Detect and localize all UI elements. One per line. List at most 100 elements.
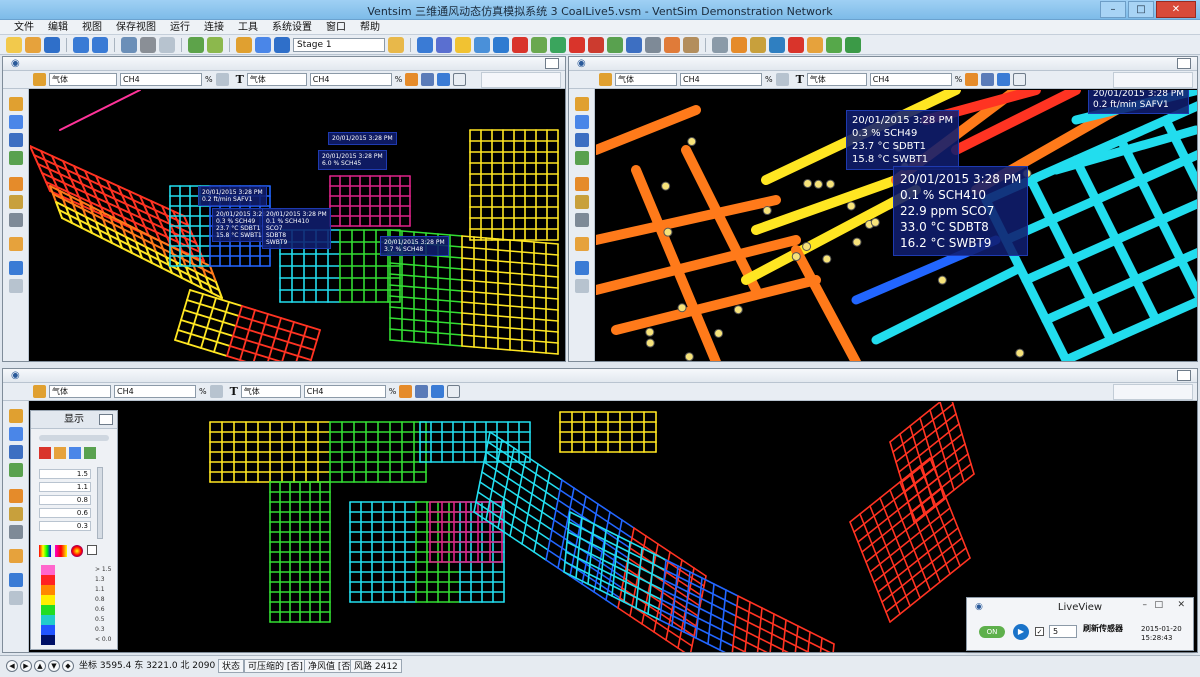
value-row[interactable]: 0.6 [39, 508, 91, 518]
wrench-icon[interactable] [474, 36, 490, 53]
fan-marker[interactable] [677, 303, 687, 313]
report-icon[interactable] [683, 36, 699, 53]
sensor-label[interactable]: 20/01/2015 3:28 PM 0.1 % SCH410 SCO7 SDB… [262, 208, 331, 249]
image-icon[interactable] [9, 151, 23, 165]
restore-button[interactable] [545, 58, 559, 69]
legend-swatch[interactable] [41, 565, 55, 575]
redo-icon[interactable] [92, 36, 108, 53]
toggle-icon[interactable] [9, 549, 23, 563]
menu-connect[interactable]: 连接 [204, 20, 224, 34]
snap-icon[interactable] [981, 73, 995, 86]
text-sub-select[interactable]: CH4 [309, 73, 392, 86]
save-icon[interactable] [44, 36, 60, 53]
lock-icon[interactable] [388, 36, 404, 53]
value-row[interactable]: 0.3 [39, 521, 91, 531]
range-icon[interactable] [775, 73, 789, 86]
stage-select[interactable]: Stage 1 [293, 37, 385, 52]
open-folder-icon[interactable] [25, 36, 41, 53]
nav-down-button[interactable]: ▼ [48, 660, 60, 672]
fan-marker[interactable] [645, 327, 655, 337]
gas-sub-select[interactable]: CH4 [114, 385, 196, 398]
gradient-icon[interactable] [39, 545, 51, 557]
value-row[interactable]: 0.8 [39, 495, 91, 505]
filter-icon[interactable] [207, 36, 223, 53]
liveview-close-button[interactable]: ✕ [1177, 600, 1185, 610]
minus-icon[interactable] [1013, 73, 1027, 86]
menu-edit[interactable]: 编辑 [48, 20, 68, 34]
legend-swatch[interactable] [41, 615, 55, 625]
gas-select[interactable]: 气体 [49, 385, 111, 398]
display-slider[interactable] [39, 435, 109, 441]
fan-marker[interactable] [802, 241, 812, 251]
arrows-icon[interactable] [575, 261, 589, 275]
text-gas-select[interactable]: 气体 [806, 73, 867, 86]
up-down-icon[interactable] [997, 73, 1011, 86]
stop-icon[interactable] [569, 36, 585, 53]
fire-icon[interactable] [9, 489, 23, 503]
nav-up-button[interactable]: ▲ [34, 660, 46, 672]
shield-icon[interactable] [399, 385, 413, 398]
image-icon[interactable] [9, 463, 23, 477]
list-icon[interactable] [575, 133, 589, 147]
select-arrow-icon[interactable] [255, 36, 271, 53]
auto-refresh-checkbox[interactable]: ✓ [1035, 627, 1044, 636]
shield-icon[interactable] [405, 73, 419, 86]
menu-file[interactable]: 文件 [14, 20, 34, 34]
grid-icon[interactable] [9, 115, 23, 129]
fan-marker[interactable] [684, 352, 694, 361]
palette-icon[interactable] [33, 73, 46, 86]
fan-marker[interactable] [870, 217, 880, 227]
text-sub-select[interactable]: CH4 [303, 385, 386, 398]
menu-window[interactable]: 窗口 [326, 20, 346, 34]
water-icon[interactable] [769, 36, 785, 53]
sensor-label[interactable]: 20/01/2015 3:28 PM 0.3 % SCH49 23.7 °C S… [846, 110, 960, 170]
color-icon[interactable] [9, 97, 23, 111]
range-icon[interactable] [215, 73, 229, 86]
fan-marker[interactable] [1015, 348, 1025, 358]
gas-sub-select[interactable]: CH4 [120, 73, 202, 86]
globe-icon[interactable] [274, 36, 290, 53]
menu-save-view[interactable]: 保存视图 [116, 20, 156, 34]
recycle-icon[interactable] [826, 36, 842, 53]
shield-icon[interactable] [965, 73, 979, 86]
star-icon[interactable] [455, 36, 471, 53]
value-scrollbar[interactable] [97, 467, 103, 539]
legend-checkbox[interactable] [87, 545, 97, 555]
fan-marker[interactable] [822, 254, 832, 264]
fan-marker[interactable] [762, 206, 772, 216]
restore-button[interactable] [99, 414, 113, 425]
menu-view[interactable]: 视图 [82, 20, 102, 34]
sensor-label[interactable]: 20/01/2015 3:28 PM 0.2 ft/min SAFV1 [198, 186, 267, 206]
range-icon[interactable] [209, 385, 223, 398]
nav-center-button[interactable]: ◆ [62, 660, 74, 672]
liveview-minimize-button[interactable]: – [1143, 600, 1148, 610]
minus-icon[interactable] [575, 279, 589, 293]
liveview-maximize-button[interactable]: □ [1154, 600, 1163, 610]
legend-swatch[interactable] [41, 635, 55, 645]
value-row[interactable]: 1.1 [39, 482, 91, 492]
nav-left-button[interactable]: ◀ [6, 660, 18, 672]
list-icon[interactable] [9, 445, 23, 459]
menu-run[interactable]: 运行 [170, 20, 190, 34]
arrows-icon[interactable] [9, 573, 23, 587]
fan-marker[interactable] [661, 181, 671, 191]
text-sub-select[interactable]: CH4 [869, 73, 952, 86]
sensor-label[interactable]: 20/01/2015 3:28 PM 0.2 ft/min SAFV1 [1088, 90, 1189, 114]
arrow-right-icon[interactable] [531, 36, 547, 53]
toggle-icon[interactable] [575, 237, 589, 251]
palette-icon[interactable] [69, 447, 81, 459]
interval-stepper[interactable]: 5 [1049, 625, 1077, 638]
gradient-alt-icon[interactable] [55, 545, 67, 557]
fan-marker[interactable] [852, 237, 862, 247]
value-row[interactable]: 1.5 [39, 469, 91, 479]
fan-marker[interactable] [803, 178, 813, 188]
zoom-icon[interactable] [417, 36, 433, 53]
alert-icon[interactable] [588, 36, 604, 53]
contour-icon[interactable] [84, 447, 96, 459]
cut-icon[interactable] [159, 36, 175, 53]
restore-button[interactable] [1177, 58, 1191, 69]
cloud-icon[interactable] [645, 36, 661, 53]
up-down-icon[interactable] [431, 385, 445, 398]
color-wheel-icon[interactable] [71, 545, 83, 557]
gas-sub-select[interactable]: CH4 [680, 73, 762, 86]
